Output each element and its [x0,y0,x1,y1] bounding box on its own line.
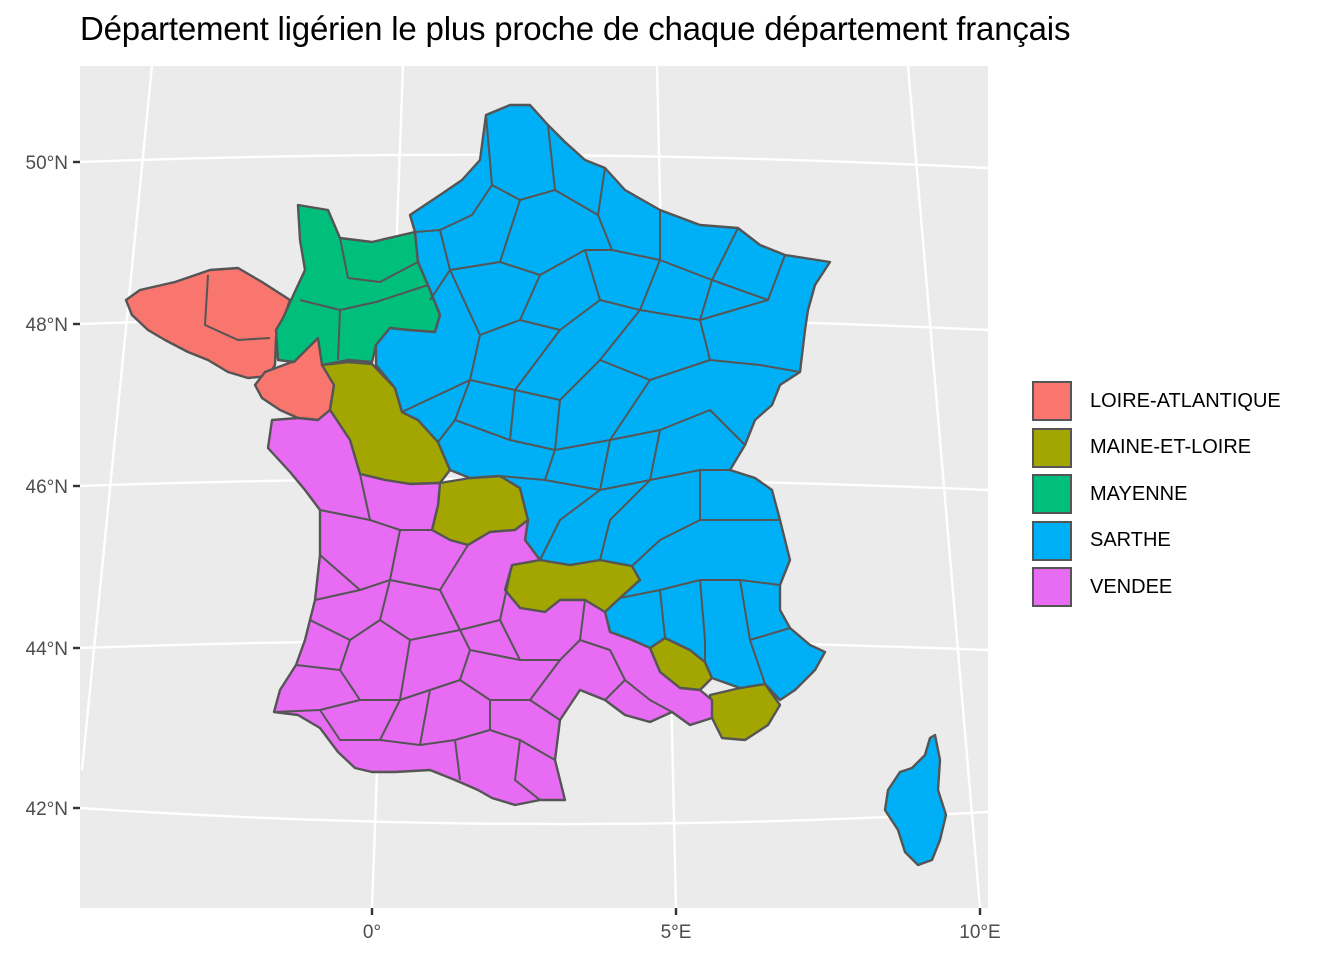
legend-swatch [1032,381,1072,422]
legend-label: VENDEE [1090,575,1173,598]
legend-swatch [1032,567,1072,608]
legend-item-vendee: VENDEE [1032,564,1281,611]
legend-swatch [1032,427,1072,468]
legend-swatch [1032,474,1072,515]
y-tick-label: 50°N [26,153,68,174]
legend-label: MAINE-ET-LOIRE [1090,436,1252,459]
legend-label: LOIRE-ATLANTIQUE [1090,389,1281,412]
y-tick-label: 42°N [26,799,68,820]
legend-item-maine-et-loire: MAINE-ET-LOIRE [1032,425,1281,472]
legend-item-sarthe: SARTHE [1032,518,1281,565]
y-tick-label: 48°N [26,315,68,336]
legend-item-mayenne: MAYENNE [1032,471,1281,518]
legend-label: SARTHE [1090,529,1171,552]
x-tick-label: 10°E [959,922,1000,943]
legend-label: MAYENNE [1090,482,1188,505]
legend-item-loire-atlantique: LOIRE-ATLANTIQUE [1032,378,1281,425]
legend: LOIRE-ATLANTIQUE MAINE-ET-LOIRE MAYENNE … [1032,378,1281,611]
y-tick-label: 44°N [26,639,68,660]
y-axis-labels: 50°N 48°N 46°N 44°N 42°N [26,153,68,820]
x-tick-label: 0° [363,922,381,943]
x-axis-labels: 0° 5°E 10°E [363,922,1001,943]
x-tick-label: 5°E [661,922,692,943]
legend-swatch [1032,520,1072,561]
y-tick-label: 46°N [26,477,68,498]
